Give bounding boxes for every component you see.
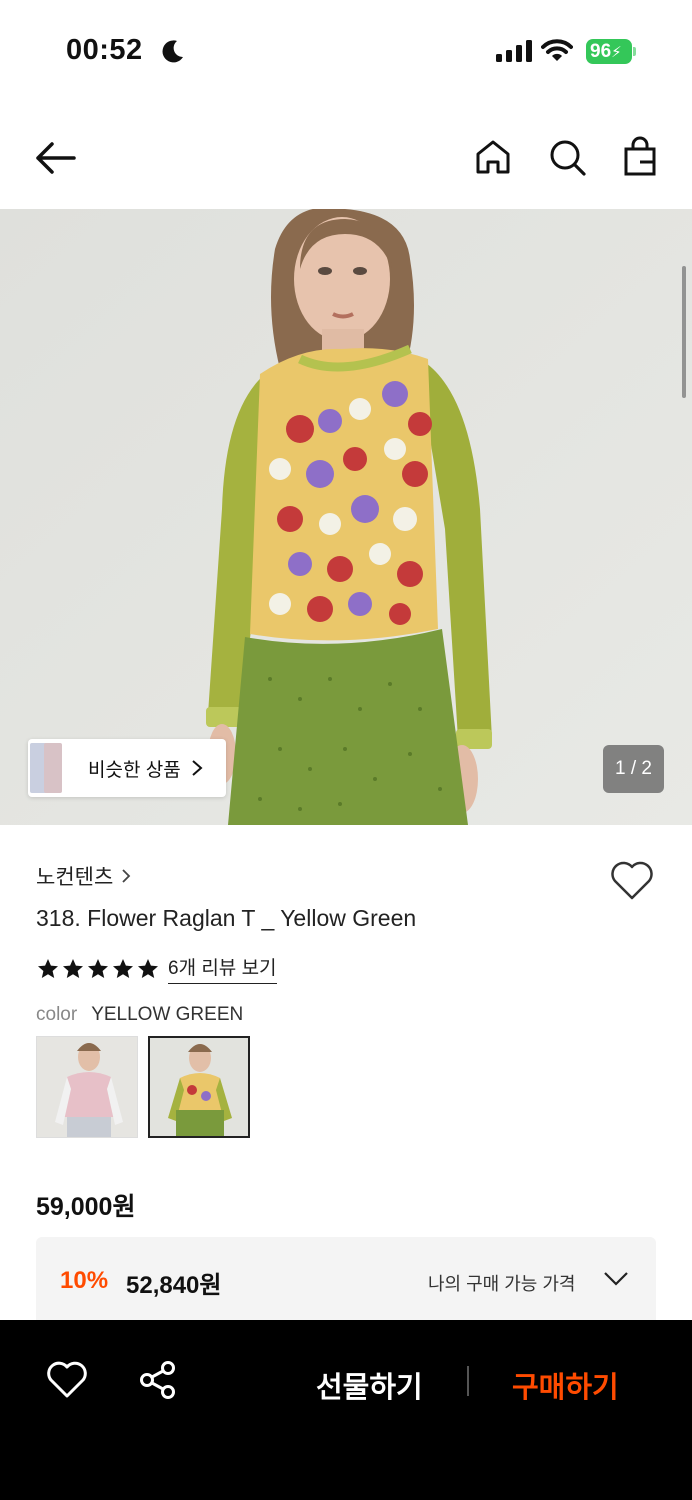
similar-products-thumbnails bbox=[30, 739, 64, 797]
battery-level: 96 bbox=[590, 41, 612, 62]
image-scrollbar bbox=[682, 266, 686, 398]
swatch-pink-thumbnail bbox=[37, 1037, 137, 1137]
battery-cap bbox=[633, 47, 636, 56]
chevron-right-icon bbox=[122, 869, 131, 883]
sale-price: 52,840원 bbox=[126, 1272, 222, 1299]
color-value: YELLOW GREEN bbox=[91, 1004, 244, 1025]
product-photo bbox=[0, 209, 692, 825]
discount-percent: 10% bbox=[60, 1267, 109, 1294]
share-icon[interactable] bbox=[138, 1360, 178, 1400]
chevron-down-icon bbox=[604, 1272, 628, 1286]
status-time: 00:52 bbox=[66, 34, 143, 66]
battery-indicator: 96⚡ bbox=[586, 39, 632, 64]
bottom-action-bar: 선물하기 구매하기 bbox=[0, 1320, 692, 1500]
original-price: 59,000원 bbox=[36, 1193, 136, 1221]
color-label: color bbox=[36, 1004, 78, 1025]
rating-stars bbox=[36, 957, 160, 981]
brand-link[interactable]: 노컨텐츠 bbox=[36, 861, 131, 891]
arrow-left-icon[interactable] bbox=[30, 136, 82, 180]
rating-row: 6개 리뷰 보기 bbox=[36, 953, 277, 984]
star-icon bbox=[138, 958, 158, 978]
product-title: 318. Flower Raglan T _ Yellow Green bbox=[36, 905, 417, 931]
action-divider bbox=[467, 1366, 469, 1396]
chevron-right-icon bbox=[192, 760, 203, 776]
swatch-yellow-green-thumbnail bbox=[150, 1038, 248, 1136]
star-icon bbox=[113, 958, 133, 978]
star-icon bbox=[38, 958, 58, 978]
status-bar: 00:52 96⚡ bbox=[0, 0, 692, 100]
color-row: color YELLOW GREEN bbox=[36, 1004, 243, 1026]
search-icon[interactable] bbox=[544, 134, 590, 180]
cellular-signal-icon bbox=[496, 40, 532, 62]
wifi-icon bbox=[541, 39, 573, 61]
home-icon[interactable] bbox=[470, 134, 516, 180]
product-image[interactable]: 비슷한 상품 1 / 2 bbox=[0, 209, 692, 825]
reviews-link[interactable]: 6개 리뷰 보기 bbox=[168, 953, 277, 984]
buy-button[interactable]: 구매하기 bbox=[512, 1364, 619, 1406]
wishlist-heart-icon[interactable] bbox=[609, 859, 655, 903]
gift-button[interactable]: 선물하기 bbox=[316, 1364, 423, 1406]
my-price-box[interactable]: 10% 52,840원 나의 구매 가능 가격 bbox=[36, 1237, 656, 1327]
similar-products-label: 비슷한 상품 bbox=[88, 759, 181, 781]
color-swatch-pink[interactable] bbox=[36, 1036, 138, 1138]
heart-icon[interactable] bbox=[46, 1360, 88, 1400]
moon-icon bbox=[162, 40, 183, 63]
star-icon bbox=[88, 958, 108, 978]
top-navigation bbox=[0, 120, 692, 196]
brand-name: 노컨텐츠 bbox=[36, 866, 114, 889]
shopping-bag-icon[interactable] bbox=[617, 134, 663, 180]
my-price-label: 나의 구매 가능 가격 bbox=[428, 1274, 576, 1294]
color-swatch-yellow-green[interactable] bbox=[148, 1036, 250, 1138]
star-icon bbox=[63, 958, 83, 978]
image-pager: 1 / 2 bbox=[603, 745, 664, 793]
similar-products-button[interactable]: 비슷한 상품 bbox=[28, 739, 226, 797]
